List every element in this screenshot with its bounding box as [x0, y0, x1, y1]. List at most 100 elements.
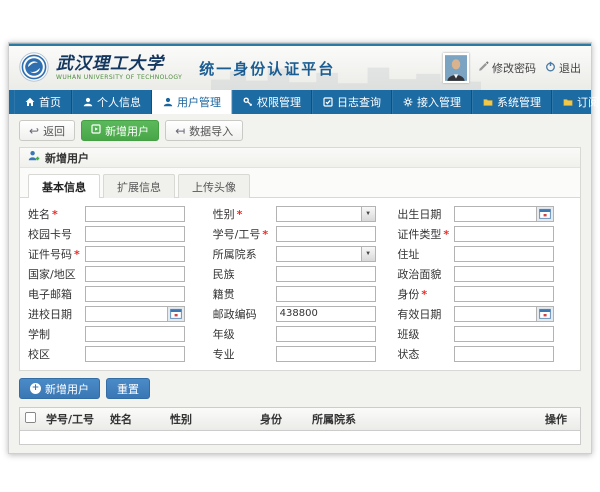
nav-tab-2[interactable]: 用户管理	[152, 90, 232, 114]
form-field: 学制	[28, 325, 203, 342]
data-import-button[interactable]: ↤ 数据导入	[165, 120, 243, 141]
field-label: 专业	[213, 346, 276, 362]
text-input[interactable]	[454, 246, 554, 262]
table-header-row: 学号/工号姓名性别身份所属院系操作	[20, 408, 580, 431]
field-label: 学制	[28, 326, 85, 342]
column-header: 姓名	[105, 408, 165, 431]
calendar-icon[interactable]	[537, 206, 554, 222]
field-label: 年级	[213, 326, 276, 342]
date-input[interactable]	[454, 206, 537, 222]
key-icon	[243, 97, 253, 107]
date-input[interactable]	[85, 306, 168, 322]
field-label: 身份*	[397, 286, 454, 302]
plus-circle-icon: +	[30, 383, 41, 394]
add-user-toolbar-button[interactable]: 新增用户	[81, 120, 159, 141]
reset-button[interactable]: 重置	[106, 378, 150, 399]
dropdown-arrow-icon[interactable]: ▼	[361, 246, 376, 262]
text-input[interactable]	[85, 206, 185, 222]
app-header: 武汉理工大学 WUHAN UNIVERSITY OF TECHNOLOGY 统一…	[9, 46, 591, 90]
nav-tab-5[interactable]: 接入管理	[392, 90, 472, 114]
panel-tab-0[interactable]: 基本信息	[28, 174, 100, 198]
logout-link[interactable]: 退出	[545, 60, 581, 76]
home-icon	[25, 97, 35, 107]
change-password-link[interactable]: 修改密码	[478, 60, 536, 76]
nav-tab-7[interactable]: 订阅管理	[552, 90, 600, 114]
form-field: 性别*▼	[213, 205, 388, 222]
app-window: 武汉理工大学 WUHAN UNIVERSITY OF TECHNOLOGY 统一…	[8, 42, 592, 454]
text-input[interactable]	[85, 326, 185, 342]
field-label: 证件号码*	[28, 246, 85, 262]
select-all-checkbox[interactable]	[25, 412, 36, 423]
field-label: 证件类型*	[397, 226, 454, 242]
user-plus-icon	[28, 150, 40, 165]
user-avatar[interactable]	[443, 53, 469, 83]
field-label: 电子邮箱	[28, 286, 85, 302]
select-input[interactable]	[276, 206, 361, 222]
form-field: 校园卡号	[28, 225, 203, 242]
nav-tab-label: 系统管理	[497, 94, 541, 110]
text-input[interactable]	[276, 346, 376, 362]
nav-tab-3[interactable]: 权限管理	[232, 90, 312, 114]
submit-add-user-button[interactable]: + 新增用户	[19, 378, 100, 399]
back-button[interactable]: ↩ 返回	[19, 120, 75, 141]
empty-table-row	[20, 431, 580, 444]
nav-bar: 首页个人信息用户管理权限管理日志查询接入管理系统管理订阅管理	[9, 90, 591, 114]
nav-tab-6[interactable]: 系统管理	[472, 90, 552, 114]
form-field: 有效日期	[397, 305, 572, 322]
text-input[interactable]	[276, 326, 376, 342]
form-field: 民族	[213, 265, 388, 282]
form-field: 住址	[397, 245, 572, 262]
field-label: 校区	[28, 346, 85, 362]
dropdown-arrow-icon[interactable]: ▼	[361, 206, 376, 222]
panel-tab-2[interactable]: 上传头像	[178, 174, 250, 198]
back-arrow-icon: ↩	[29, 125, 39, 137]
add-user-toolbar-label: 新增用户	[105, 123, 149, 139]
text-input[interactable]	[454, 346, 554, 362]
form-field: 身份*	[397, 285, 572, 302]
form-field: 国家/地区	[28, 265, 203, 282]
text-input[interactable]	[454, 326, 554, 342]
date-input[interactable]	[454, 306, 537, 322]
text-input[interactable]	[276, 266, 376, 282]
select-input[interactable]	[276, 246, 361, 262]
text-input[interactable]	[85, 266, 185, 282]
university-name: 武汉理工大学	[56, 56, 182, 73]
form-field: 班级	[397, 325, 572, 342]
form-field: 证件类型*	[397, 225, 572, 242]
panel-tab-label: 上传头像	[192, 181, 236, 194]
user-icon	[83, 97, 93, 107]
calendar-icon[interactable]	[537, 306, 554, 322]
nav-tab-4[interactable]: 日志查询	[312, 90, 392, 114]
field-label: 班级	[397, 326, 454, 342]
nav-tab-label: 订阅管理	[577, 94, 600, 110]
university-name-block: 武汉理工大学 WUHAN UNIVERSITY OF TECHNOLOGY	[56, 56, 182, 81]
text-input[interactable]	[276, 226, 376, 242]
form-field: 状态	[397, 345, 572, 362]
form-field: 所属院系▼	[213, 245, 388, 262]
university-logo-icon	[19, 52, 49, 85]
panel-tab-1[interactable]: 扩展信息	[103, 174, 175, 198]
panel-header: 新增用户	[20, 148, 580, 168]
text-input[interactable]	[454, 286, 554, 302]
add-user-panel: 新增用户 基本信息扩展信息上传头像 姓名*性别*▼出生日期校园卡号学号/工号*证…	[19, 147, 581, 371]
field-label: 住址	[397, 246, 454, 262]
text-input[interactable]	[85, 286, 185, 302]
nav-tab-1[interactable]: 个人信息	[72, 90, 152, 114]
text-input[interactable]	[454, 226, 554, 242]
nav-tab-label: 首页	[39, 94, 61, 110]
nav-tab-label: 日志查询	[337, 94, 381, 110]
form-field: 邮政编码	[213, 305, 388, 322]
form-field: 校区	[28, 345, 203, 362]
text-input[interactable]	[85, 246, 185, 262]
text-input[interactable]	[85, 226, 185, 242]
form-field: 证件号码*	[28, 245, 203, 262]
text-input[interactable]	[85, 346, 185, 362]
calendar-icon[interactable]	[168, 306, 185, 322]
university-name-en: WUHAN UNIVERSITY OF TECHNOLOGY	[56, 75, 182, 81]
log-check-icon	[323, 97, 333, 107]
text-input[interactable]	[276, 286, 376, 302]
page-content: ↩ 返回 新增用户 ↤ 数据导入 新增用户	[9, 114, 591, 453]
nav-tab-0[interactable]: 首页	[14, 90, 72, 114]
text-input[interactable]	[454, 266, 554, 282]
text-input[interactable]	[276, 306, 376, 322]
